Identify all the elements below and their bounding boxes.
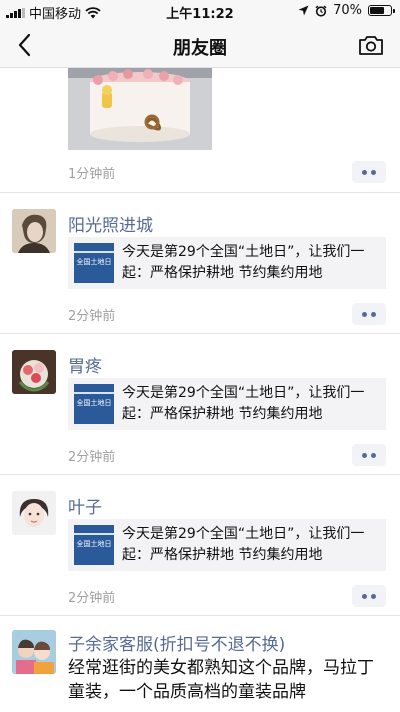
link-thumbnail: 全国土地日 — [74, 243, 114, 283]
nav-bar: 朋友圈 — [0, 22, 400, 68]
avatar[interactable] — [12, 630, 56, 674]
link-thumbnail: 全国土地日 — [74, 384, 114, 424]
post-cake: 1分钟前 — [0, 68, 400, 192]
poster-name[interactable]: 胃疼 — [68, 352, 102, 377]
link-thumb-label: 全国土地日 — [76, 399, 112, 407]
more-button[interactable] — [352, 585, 386, 607]
signal-icon — [6, 7, 25, 18]
status-left: 中国移动 — [6, 3, 101, 22]
status-right: 70% — [298, 3, 395, 18]
moments-feed[interactable]: 1分钟前 阳光照进城 全国土地日 今天是第29个全国“土地日”，让我们一起：严格… — [0, 68, 400, 712]
avatar[interactable] — [12, 209, 56, 253]
post-time: 2分钟前 — [68, 450, 116, 465]
more-button[interactable] — [352, 444, 386, 466]
link-card[interactable]: 全国土地日 今天是第29个全国“土地日”，让我们一起：严格保护耕地 节约集约用地 — [68, 519, 386, 571]
link-card[interactable]: 全国土地日 今天是第29个全国“土地日”，让我们一起：严格保护耕地 节约集约用地 — [68, 378, 386, 430]
link-card[interactable]: 全国土地日 今天是第29个全国“土地日”，让我们一起：严格保护耕地 节约集约用地 — [68, 237, 386, 289]
post-body-text: 经常逛街的美女都熟知这个品牌，马拉丁童装，一个品质高档的童装品牌 — [68, 658, 374, 702]
post-link-2: 胃疼 全国土地日 今天是第29个全国“土地日”，让我们一起：严格保护耕地 节约集… — [0, 334, 400, 474]
link-thumb-label: 全国土地日 — [76, 258, 112, 266]
post-link-1: 阳光照进城 全国土地日 今天是第29个全国“土地日”，让我们一起：严格保护耕地 … — [0, 193, 400, 333]
alarm-icon — [315, 4, 327, 17]
post-link-3: 叶子 全国土地日 今天是第29个全国“土地日”，让我们一起：严格保护耕地 节约集… — [0, 475, 400, 615]
back-chevron-icon[interactable] — [14, 32, 38, 58]
camera-icon[interactable] — [358, 34, 384, 56]
more-button[interactable] — [352, 161, 386, 183]
cake-photo[interactable] — [68, 68, 212, 150]
more-button[interactable] — [352, 303, 386, 325]
poster-name[interactable]: 阳光照进城 — [68, 211, 153, 236]
avatar[interactable] — [12, 491, 56, 535]
poster-name[interactable]: 叶子 — [68, 493, 102, 518]
status-bar: 中国移动 上午11:22 70% — [0, 0, 400, 22]
post-time: 1分钟前 — [68, 167, 116, 182]
carrier-label: 中国移动 — [29, 7, 82, 22]
link-title: 今天是第29个全国“土地日”，让我们一起：严格保护耕地 节约集约用地 — [122, 526, 365, 563]
battery-percent: 70% — [333, 3, 362, 18]
link-thumb-label: 全国土地日 — [76, 540, 112, 548]
link-title: 今天是第29个全国“土地日”，让我们一起：严格保护耕地 节约集约用地 — [122, 244, 365, 281]
link-thumbnail: 全国土地日 — [74, 525, 114, 565]
page-title: 朋友圈 — [173, 38, 227, 59]
wifi-icon — [85, 6, 101, 18]
poster-name[interactable]: 子余家客服(折扣号不退不换) — [68, 630, 285, 655]
post-time: 2分钟前 — [68, 309, 116, 324]
battery-icon — [368, 5, 395, 16]
post-text: 子余家客服(折扣号不退不换) 经常逛街的美女都熟知这个品牌，马拉丁童装，一个品质… — [0, 616, 400, 712]
avatar[interactable] — [12, 350, 56, 394]
post-time: 2分钟前 — [68, 591, 116, 606]
link-title: 今天是第29个全国“土地日”，让我们一起：严格保护耕地 节约集约用地 — [122, 385, 365, 422]
location-icon — [298, 5, 309, 16]
